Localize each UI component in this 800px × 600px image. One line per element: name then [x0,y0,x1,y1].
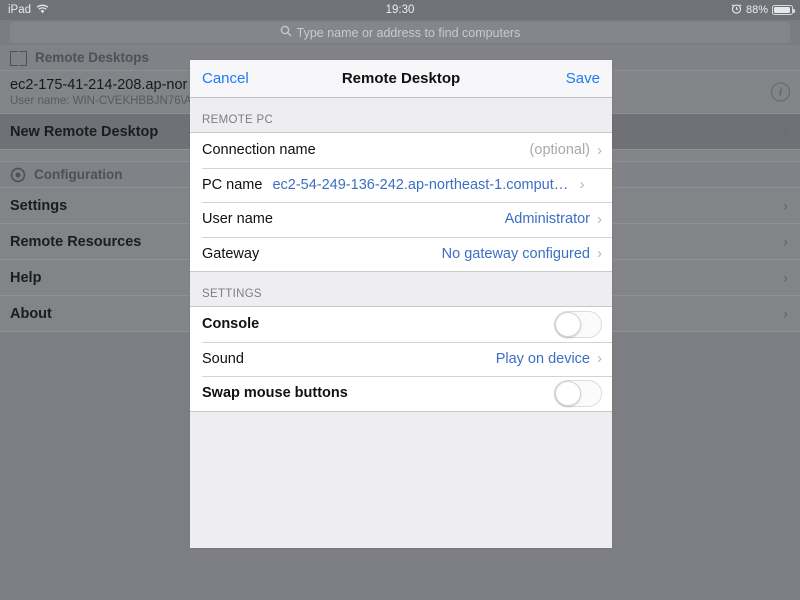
chevron-right-icon: › [597,141,602,159]
sidebar-item-label: Remote Resources [10,233,142,250]
chevron-right-icon: › [783,123,788,140]
field-value: ec2-54-249-136-242.ap-northeast-1.comput… [272,176,573,193]
remote-desktop-dialog: Cancel Remote Desktop Save REMOTE PC Con… [190,60,612,548]
field-sound[interactable]: Sound Play on device › [190,341,612,376]
search-icon [280,24,292,42]
battery-percent-label: 88% [745,4,768,16]
section-title-remote-desktops: Remote Desktops [35,50,150,65]
dialog-header: Cancel Remote Desktop Save [190,60,612,98]
field-value: Play on device [495,350,590,367]
save-button[interactable]: Save [566,70,600,87]
ipad-screen: iPad 19:30 88% Type name or address to f… [0,0,800,600]
sidebar-item-label: About [10,305,52,322]
field-user-name[interactable]: User name Administrator › [190,202,612,237]
sidebar-item-label: Settings [10,197,68,214]
field-value: Administrator [504,211,590,228]
alarm-clock-icon [731,3,742,17]
field-value: No gateway configured [441,245,590,262]
field-label: Gateway [202,245,260,262]
cancel-button[interactable]: Cancel [202,70,249,87]
console-toggle[interactable] [554,310,602,338]
field-console[interactable]: Console [190,307,612,342]
section-label-settings: SETTINGS [190,272,612,306]
info-icon[interactable]: i [771,82,790,102]
chevron-right-icon: › [783,197,788,214]
field-value: (optional) [529,142,590,159]
field-connection-name[interactable]: Connection name (optional) › [190,133,612,168]
sidebar-item-label: Help [10,269,42,286]
chevron-right-icon: › [783,269,788,286]
chevron-right-icon: › [597,245,602,263]
field-label: Swap mouse buttons [202,385,348,402]
field-label: Sound [202,350,244,367]
status-bar-right: 88% [731,3,796,17]
search-bar: Type name or address to find computers [0,20,800,45]
chevron-right-icon: › [579,176,585,194]
search-placeholder: Type name or address to find computers [296,25,521,40]
field-label: Connection name [202,142,316,159]
field-label: User name [202,211,273,228]
battery-icon [772,5,796,15]
field-gateway[interactable]: Gateway No gateway configured › [190,236,612,271]
status-bar-clock: 19:30 [385,4,415,16]
chevron-right-icon: › [783,305,788,322]
section-label-remote-pc: REMOTE PC [190,98,612,132]
field-label: Console [202,316,260,333]
open-book-icon [10,51,27,66]
field-label: PC name [202,176,263,193]
section-title-configuration: Configuration [34,167,123,182]
chevron-right-icon: › [783,233,788,250]
swap-mouse-buttons-toggle[interactable] [554,379,602,407]
chevron-right-icon: › [597,350,602,368]
status-bar: iPad 19:30 88% [0,0,800,20]
chevron-right-icon: › [597,210,602,228]
remote-desktop-username: User name: WIN-CVEKHBBJN76\A [10,95,192,107]
dialog-title: Remote Desktop [341,70,461,87]
field-swap-mouse-buttons[interactable]: Swap mouse buttons [190,376,612,411]
remote-desktop-name: ec2-175-41-214-208.ap-nor [10,77,188,93]
form-group-remote-pc: Connection name (optional) › PC name ec2… [190,132,612,272]
sidebar-item-label: New Remote Desktop [10,123,159,140]
gear-icon [10,167,26,183]
field-pc-name[interactable]: PC name ec2-54-249-136-242.ap-northeast-… [190,167,612,202]
search-input[interactable]: Type name or address to find computers [10,22,790,43]
form-group-settings: Console Sound Play on device › Swap mous… [190,306,612,412]
